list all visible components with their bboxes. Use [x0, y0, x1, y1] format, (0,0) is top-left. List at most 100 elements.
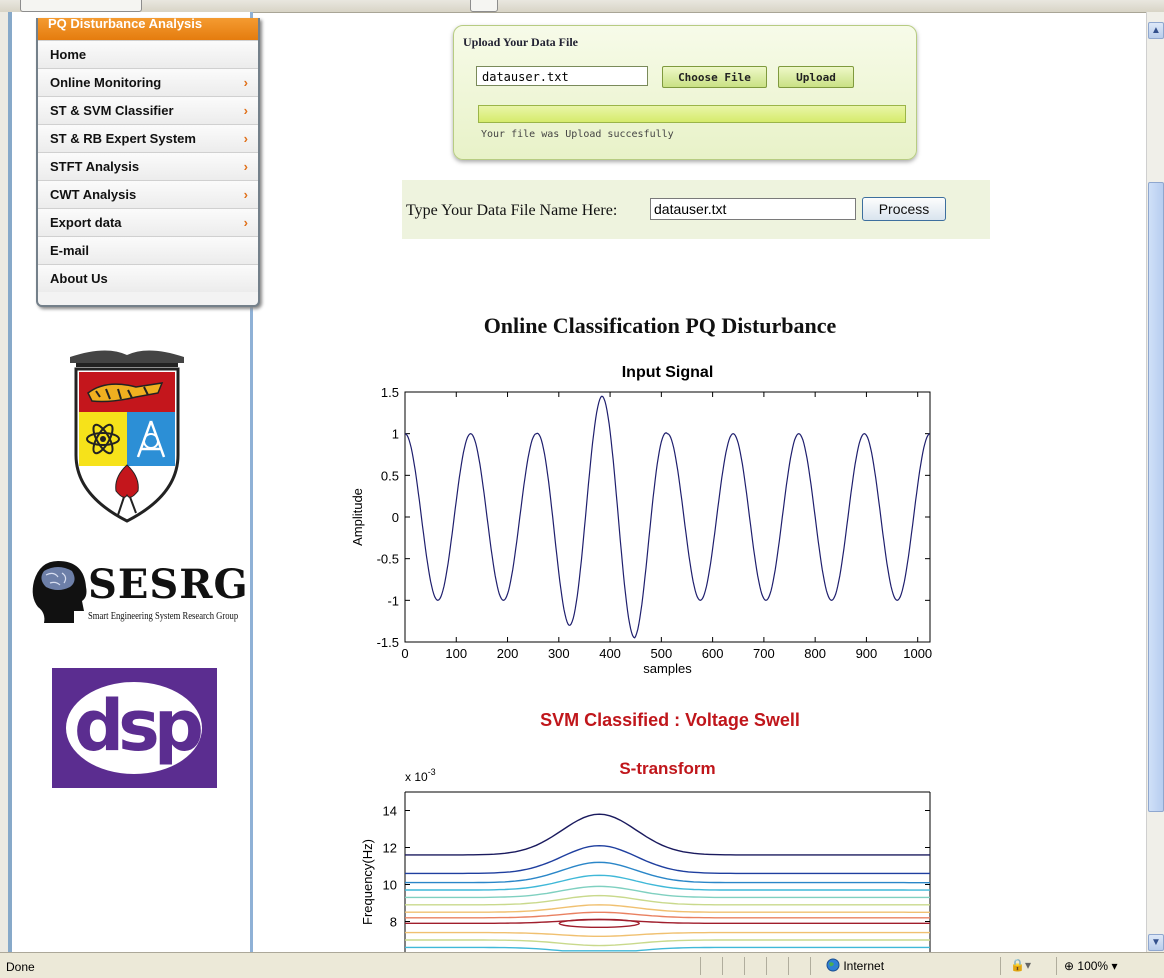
status-divider — [744, 957, 745, 975]
x-tick-label: 700 — [753, 646, 775, 661]
vertical-scrollbar[interactable]: ▲ ▼ — [1146, 12, 1164, 952]
zoom-icon: ⊕ — [1064, 959, 1075, 973]
upload-progress-fill — [479, 106, 905, 122]
chevron-down-icon: ▾ — [1111, 959, 1118, 973]
contour-line — [405, 904, 930, 913]
status-divider — [700, 957, 701, 975]
x-tick-label: 100 — [445, 646, 467, 661]
y-tick-label: -1 — [387, 593, 399, 608]
sesrg-logo: SESRG Smart Engineering System Research … — [28, 557, 258, 637]
x-tick-label: 500 — [650, 646, 672, 661]
chevron-right-icon: › — [243, 187, 248, 202]
zoom-control[interactable]: ⊕ 100% ▾ — [1064, 959, 1117, 973]
protected-mode-icon[interactable]: 🔒▾ — [1010, 958, 1031, 972]
y-tick-label: 12 — [383, 841, 397, 856]
upload-button[interactable]: Upload — [778, 66, 854, 88]
y-tick-label: 1.5 — [381, 385, 399, 400]
new-tab-button[interactable] — [470, 0, 498, 12]
y-axis-label: Amplitude — [350, 488, 365, 546]
chevron-right-icon: › — [243, 159, 248, 174]
y-tick-label: 14 — [383, 804, 397, 819]
menu-item-label: STFT Analysis — [50, 159, 140, 174]
sesrg-subtitle: Smart Engineering System Research Group — [88, 611, 239, 622]
contour-line — [405, 946, 930, 952]
filename-label: Type Your Data File Name Here: — [406, 202, 618, 219]
y-tick-label: -0.5 — [377, 552, 399, 567]
dsp-logo: dsp — [52, 668, 217, 788]
contour-line — [405, 939, 930, 947]
menu-item-st-svm-classifier[interactable]: ST & SVM Classifier › — [38, 96, 258, 124]
y-tick-label: 10 — [383, 878, 397, 893]
chevron-right-icon: › — [243, 131, 248, 146]
head-silhouette-icon — [32, 561, 87, 623]
zone-label: Internet — [843, 959, 885, 973]
scroll-down-button[interactable]: ▼ — [1148, 934, 1164, 951]
upload-progress-bar — [478, 105, 906, 123]
s-transform-chart: S-transform x 10-3 8 10 12 14 Frequency(Hz) — [360, 759, 931, 952]
menu-item-online-monitoring[interactable]: Online Monitoring › — [38, 68, 258, 96]
filename-input[interactable]: datauser.txt — [650, 198, 856, 220]
menu-item-label: Home — [50, 47, 87, 62]
upload-status-text: Your file was Upload succesfully — [481, 129, 674, 140]
process-button[interactable]: Process — [862, 197, 946, 221]
browser-tab[interactable] — [20, 0, 142, 12]
menu-item-cwt-analysis[interactable]: CWT Analysis › — [38, 180, 258, 208]
contour-line — [405, 911, 930, 919]
chart-title: Input Signal — [622, 364, 714, 381]
status-divider — [1056, 957, 1057, 975]
x-tick-label: 0 — [401, 646, 408, 661]
chevron-right-icon: › — [243, 215, 248, 230]
menu-item-export-data[interactable]: Export data › — [38, 208, 258, 236]
menu-item-label: ST & RB Expert System — [50, 131, 196, 146]
contour-line — [405, 919, 930, 924]
chevron-right-icon: › — [243, 103, 248, 118]
dsp-wordmark: dsp — [74, 685, 204, 767]
security-zone: Internet — [826, 958, 884, 973]
globe-icon — [826, 958, 840, 972]
contour-line — [405, 861, 930, 884]
status-divider — [722, 957, 723, 975]
menu-item-stft-analysis[interactable]: STFT Analysis › — [38, 152, 258, 180]
y-tick-label: 8 — [390, 915, 397, 930]
x-tick-label: 200 — [497, 646, 519, 661]
choose-file-button[interactable]: Choose File — [662, 66, 767, 88]
chevron-right-icon: › — [243, 75, 248, 90]
y-tick-label: 0 — [392, 510, 399, 525]
contour-line — [405, 931, 930, 937]
zoom-level: 100% — [1077, 959, 1109, 973]
x-axis-label: samples — [643, 661, 692, 676]
menu-item-home[interactable]: Home — [38, 40, 258, 68]
x-tick-label: 300 — [548, 646, 570, 661]
input-signal-chart: Input Signal 0 100 200 300 400 500 600 700 800 900… — [350, 364, 932, 676]
x-tick-label: 400 — [599, 646, 621, 661]
contour-line — [405, 813, 930, 856]
file-path-input[interactable]: datauser.txt — [476, 66, 648, 86]
x-tick-label: 800 — [804, 646, 826, 661]
contour-ellipse — [558, 918, 640, 929]
contour-line — [405, 844, 930, 875]
chart-title: S-transform — [619, 759, 715, 778]
status-divider — [1000, 957, 1001, 975]
menu-header: PQ Disturbance Analysis — [38, 18, 258, 40]
status-divider — [810, 957, 811, 975]
menu-item-label: About Us — [50, 271, 108, 286]
menu-item-label: Online Monitoring — [50, 75, 162, 90]
y-tick-label: 0.5 — [381, 468, 399, 483]
menu-item-e-mail[interactable]: E-mail — [38, 236, 258, 264]
scroll-thumb[interactable] — [1148, 182, 1164, 812]
menu-item-st-rb-expert-system[interactable]: ST & RB Expert System › — [38, 124, 258, 152]
process-panel: Type Your Data File Name Here: datauser.… — [402, 180, 990, 239]
y-scale-label: x 10-3 — [405, 767, 436, 784]
sesrg-wordmark: SESRG — [88, 561, 249, 608]
status-divider — [766, 957, 767, 975]
menu-item-about-us[interactable]: About Us — [38, 264, 258, 292]
y-tick-label: -1.5 — [377, 635, 399, 650]
page-title: Online Classification PQ Disturbance — [483, 313, 837, 338]
nav-menu: PQ Disturbance Analysis Home Online Monit… — [36, 18, 260, 307]
y-axis-label: Frequency(Hz) — [360, 839, 375, 925]
sidebar: PQ Disturbance Analysis Home Online Monit… — [12, 12, 260, 952]
university-crest-logo — [70, 350, 184, 523]
plot-frame — [404, 391, 931, 643]
scroll-up-button[interactable]: ▲ — [1148, 22, 1164, 39]
status-text: Done — [6, 960, 35, 974]
